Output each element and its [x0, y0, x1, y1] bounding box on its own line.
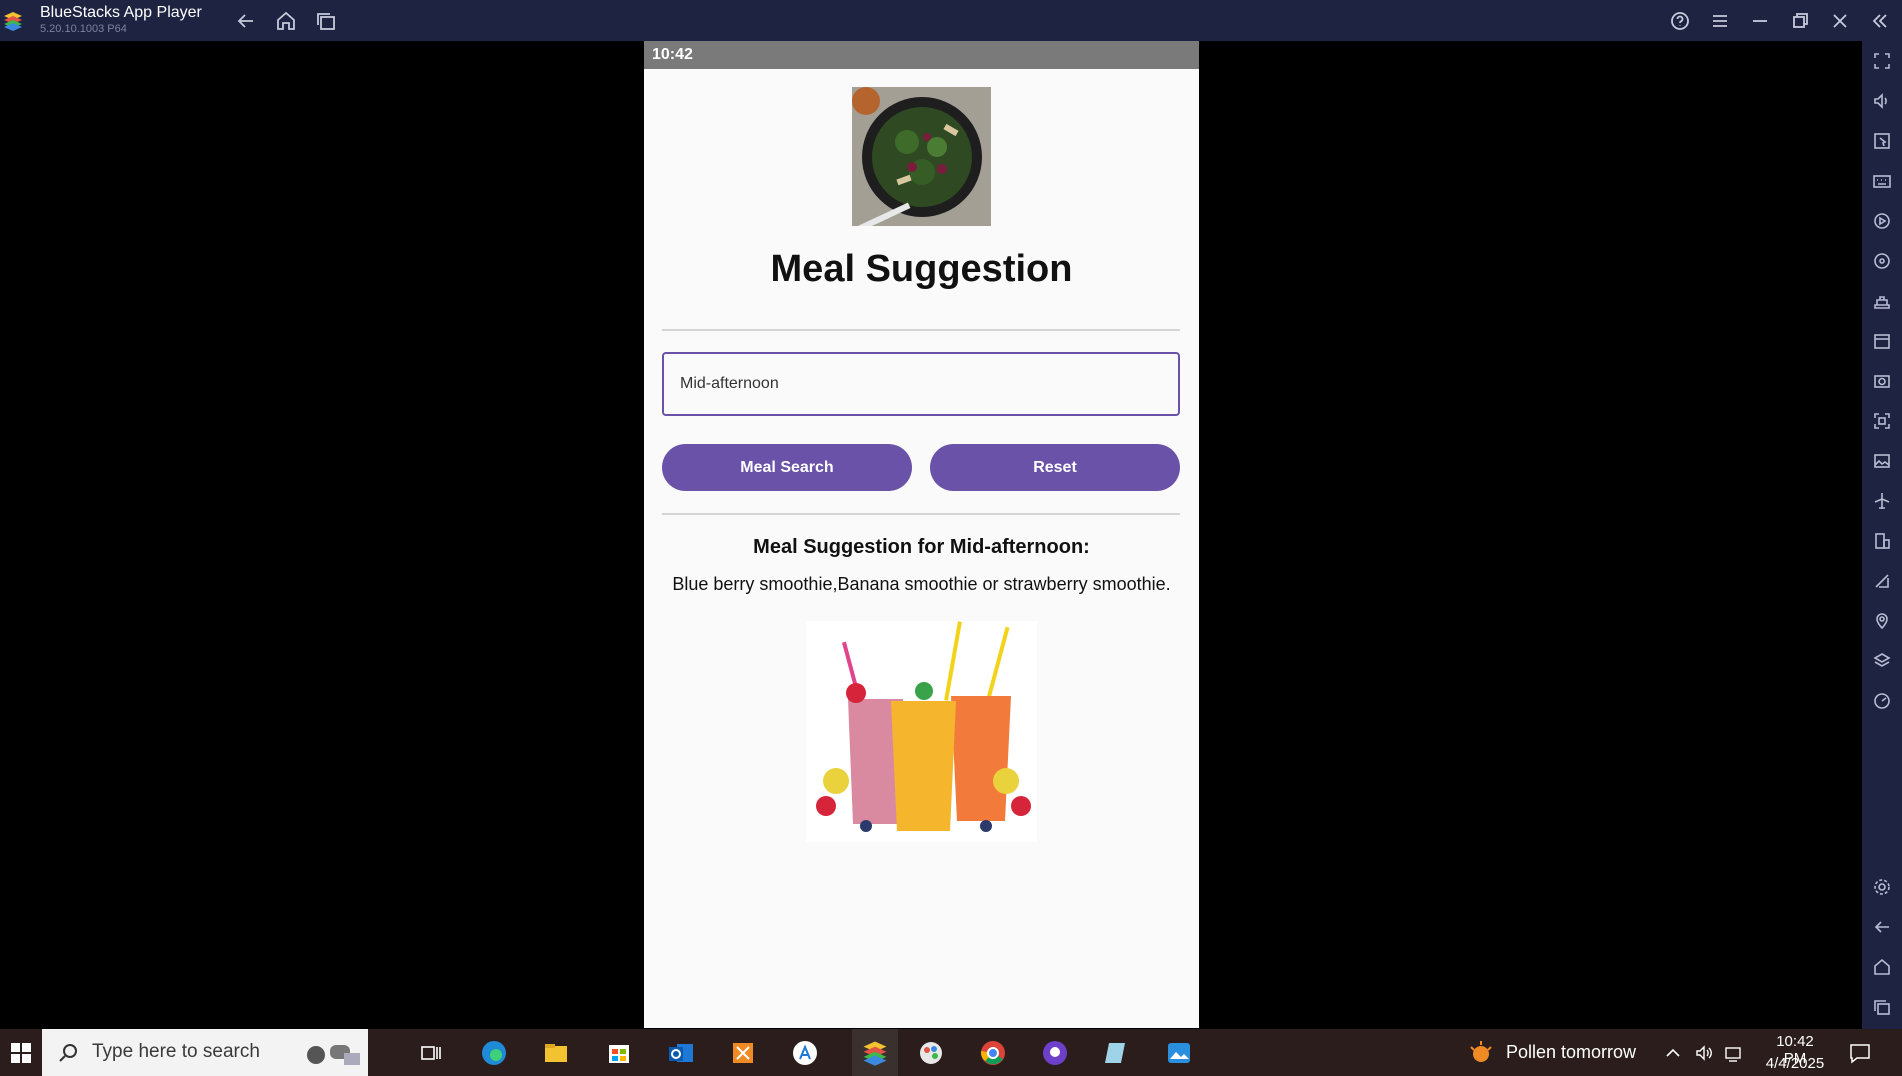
top-divider — [662, 329, 1180, 331]
bluestacks-taskbar-icon[interactable] — [852, 1029, 898, 1076]
restore-icon[interactable] — [1788, 9, 1812, 33]
search-placeholder: Type here to search — [92, 1041, 260, 1062]
smoothie-image — [806, 621, 1037, 842]
pointer-icon[interactable] — [1870, 129, 1894, 153]
home-icon[interactable] — [274, 9, 298, 33]
apk-install-icon[interactable] — [1870, 329, 1894, 353]
result-title: Meal Suggestion for Mid-afternoon: — [753, 536, 1090, 558]
window-title: BlueStacks App Player — [40, 4, 202, 21]
windows-start-icon[interactable] — [0, 1029, 42, 1076]
airplane-mode-icon[interactable] — [1870, 489, 1894, 513]
salad-bowl-image — [852, 87, 991, 226]
photos-icon[interactable] — [1164, 1039, 1194, 1067]
bottom-divider — [662, 513, 1180, 515]
back-arrow-icon[interactable] — [234, 9, 258, 33]
collapse-sidebar-icon[interactable] — [1868, 9, 1892, 33]
notes-app-icon[interactable] — [1102, 1039, 1132, 1067]
snip-tool-icon[interactable] — [728, 1039, 758, 1067]
keyboard-icon[interactable] — [1870, 169, 1894, 193]
taskbar-search-box[interactable]: Type here to search — [42, 1029, 368, 1076]
app-store-icon[interactable] — [790, 1039, 820, 1067]
help-icon[interactable] — [1668, 9, 1692, 33]
task-view-icon[interactable] — [416, 1039, 446, 1067]
reset-button[interactable]: Reset — [930, 444, 1180, 491]
menu-icon[interactable] — [1708, 9, 1732, 33]
search-icon — [59, 1044, 77, 1062]
result-text: Blue berry smoothie,Banana smoothie or s… — [672, 574, 1171, 594]
chrome-icon[interactable] — [978, 1039, 1008, 1067]
android-back-icon[interactable] — [1870, 915, 1894, 939]
tray-chevron-up-icon[interactable] — [1662, 1039, 1684, 1067]
paint-icon[interactable] — [916, 1039, 946, 1067]
side-toolbar — [1862, 41, 1902, 1029]
file-explorer-icon[interactable] — [541, 1039, 571, 1067]
edge-icon[interactable] — [479, 1039, 509, 1067]
layers-icon[interactable] — [1870, 649, 1894, 673]
page-title: Meal Suggestion — [770, 248, 1073, 290]
meal-search-button[interactable]: Meal Search — [662, 444, 912, 491]
gamepad-icon[interactable] — [1870, 289, 1894, 313]
multi-instance-icon[interactable] — [1870, 529, 1894, 553]
bluestacks-logo-icon — [4, 12, 22, 31]
clock-date[interactable]: 4/4/2025 — [1763, 1055, 1827, 1072]
meal-time-input[interactable] — [662, 352, 1180, 416]
headset-gamepad-icon — [307, 1045, 360, 1065]
fullscreen-icon[interactable] — [1870, 49, 1894, 73]
volume-tray-icon[interactable] — [1692, 1039, 1716, 1067]
outlook-icon[interactable] — [666, 1039, 696, 1067]
eco-mode-icon[interactable] — [1870, 569, 1894, 593]
close-icon[interactable] — [1828, 9, 1852, 33]
location-icon[interactable] — [1870, 609, 1894, 633]
microsoft-store-icon[interactable] — [604, 1039, 634, 1067]
android-screen: 10:42 Meal Suggestion Meal Search Reset … — [644, 41, 1199, 1028]
weather-icon[interactable] — [1466, 1039, 1496, 1067]
status-time: 10:42 — [652, 46, 693, 63]
github-icon[interactable] — [1040, 1039, 1070, 1067]
network-tray-icon[interactable] — [1722, 1039, 1746, 1067]
media-folder-icon[interactable] — [1870, 449, 1894, 473]
weather-text[interactable]: Pollen tomorrow — [1506, 1042, 1636, 1063]
minimize-icon[interactable] — [1748, 9, 1772, 33]
screenshot-icon[interactable] — [1870, 369, 1894, 393]
rotate-icon[interactable] — [1870, 249, 1894, 273]
performance-icon[interactable] — [1870, 689, 1894, 713]
android-recents-icon[interactable] — [1870, 995, 1894, 1019]
windows-taskbar: Type here to search Pollen tomorrow 10:4… — [0, 1029, 1902, 1076]
recent-apps-icon[interactable] — [314, 9, 338, 33]
window-version: 5.20.10.1003 P64 — [40, 23, 127, 35]
settings-gear-icon[interactable] — [1870, 875, 1894, 899]
notification-center-icon[interactable] — [1845, 1039, 1875, 1067]
record-screen-icon[interactable] — [1870, 409, 1894, 433]
android-status-bar: 10:42 — [644, 41, 1199, 69]
macro-play-icon[interactable] — [1870, 209, 1894, 233]
android-home-icon[interactable] — [1870, 955, 1894, 979]
volume-icon[interactable] — [1870, 89, 1894, 113]
title-bar: BlueStacks App Player 5.20.10.1003 P64 — [0, 0, 1902, 41]
